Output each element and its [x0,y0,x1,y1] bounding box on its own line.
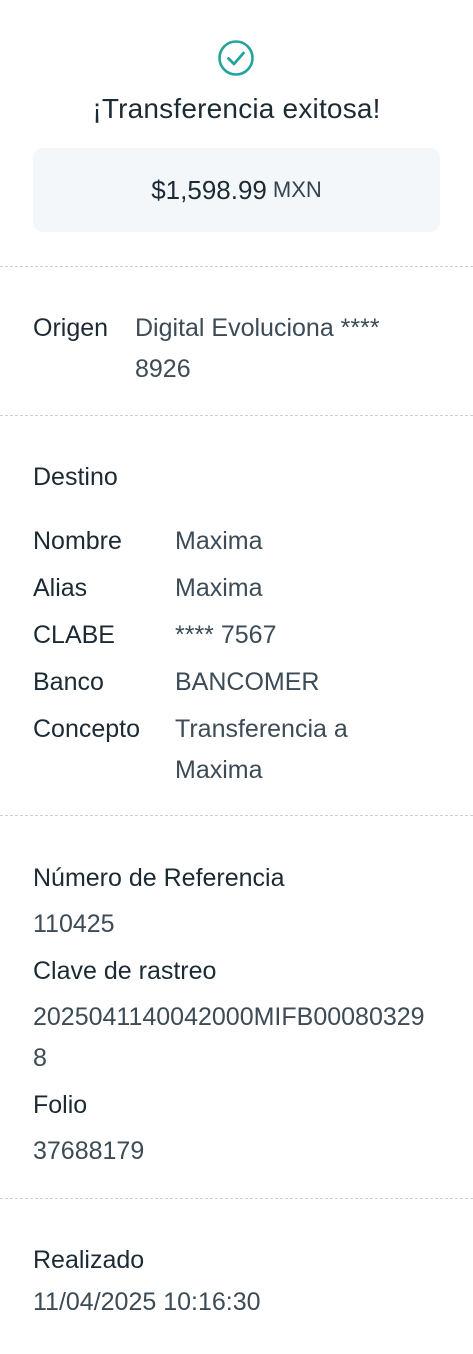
destino-row-clabe: CLABE **** 7567 [33,615,443,656]
amount-value: $1,598.99 [151,174,267,205]
clave-rastreo-label: Clave de rastreo [33,957,217,985]
divider [0,415,473,416]
currency-code: MXN [272,177,322,202]
alias-value: Maxima [175,574,263,602]
nombre-label: Nombre [33,527,122,555]
success-check-icon [218,40,254,76]
amount-card: $1,598.99 MXN [33,148,440,232]
destino-row-nombre: Nombre Maxima [33,521,443,562]
banco-value: BANCOMER [175,668,320,696]
banco-label: Banco [33,668,104,696]
destino-heading: Destino [33,463,118,491]
concepto-label: Concepto [33,715,141,743]
nombre-value: Maxima [175,527,263,555]
folio-label: Folio [33,1091,88,1119]
realizado-block: Realizado 11/04/2025 10:16:30 [33,1240,443,1323]
divider [0,1198,473,1199]
page-title: ¡Transferencia exitosa! [92,93,381,124]
divider [0,815,473,816]
transfer-receipt: ¡Transferencia exitosa! $1,598.99 MXN Or… [0,0,473,1354]
origen-label: Origen [33,314,109,342]
origen-value: Digital Evoluciona **** 8926 [135,314,380,383]
divider [0,266,473,267]
folio-value: 37688179 [33,1137,145,1165]
numero-referencia-label: Número de Referencia [33,864,285,892]
origen-row: Origen Digital Evoluciona **** 8926 [33,308,433,390]
realizado-label: Realizado [33,1246,145,1274]
alias-label: Alias [33,574,88,602]
destino-row-concepto: Concepto Transferencia a Maxima [33,709,423,791]
realizado-value: 11/04/2025 10:16:30 [33,1288,261,1316]
destino-row-banco: Banco BANCOMER [33,662,443,703]
concepto-value: Transferencia a Maxima [175,715,348,784]
numero-referencia-value: 110425 [33,910,115,938]
clave-rastreo-value: 2025041140042000MIFB000803298 [33,1003,425,1072]
referencias-block: Número de Referencia 110425 Clave de ras… [33,858,443,1178]
destino-row-alias: Alias Maxima [33,568,443,609]
clabe-value: **** 7567 [175,621,277,649]
clabe-label: CLABE [33,621,115,649]
